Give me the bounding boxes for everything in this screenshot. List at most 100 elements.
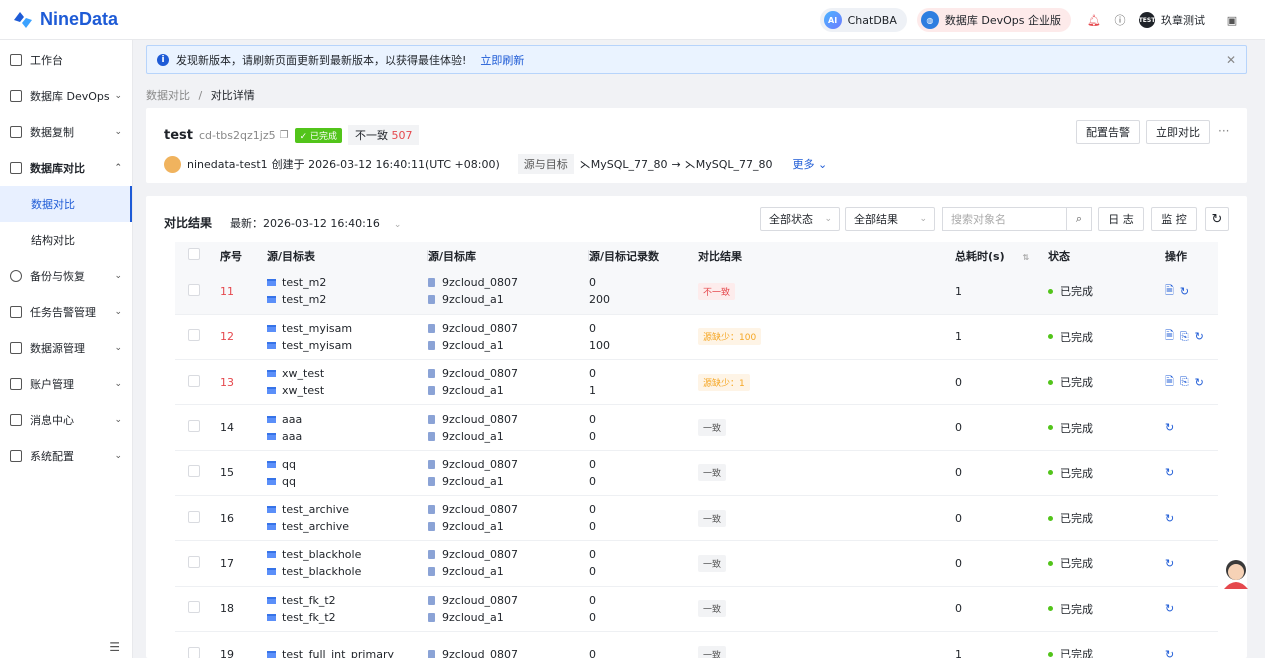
- user-name[interactable]: 玖章测试: [1161, 12, 1205, 28]
- table-row[interactable]: 12 test_myisam test_myisam 9zcloud_0807 …: [175, 314, 1218, 361]
- help-icon[interactable]: ⓘ: [1113, 13, 1127, 27]
- table-row[interactable]: 13 xw_test xw_test 9zcloud_0807 9zcloud_…: [175, 359, 1218, 406]
- sidebar-item-workbench[interactable]: 工作台: [0, 42, 132, 78]
- row-checkbox[interactable]: [188, 510, 200, 523]
- row-checkbox[interactable]: [188, 465, 200, 478]
- sidebar-item-label: 消息中心: [30, 414, 74, 427]
- target-db: 9zcloud_a1: [442, 293, 504, 307]
- header-checkbox[interactable]: [175, 242, 212, 269]
- row-checkbox[interactable]: [188, 283, 200, 296]
- count-cell: 0 0: [589, 586, 698, 632]
- sidebar-item-compare[interactable]: 数据库对比 ⌃: [0, 150, 132, 186]
- source-table: qq: [282, 457, 296, 471]
- row-checkbox[interactable]: [188, 329, 200, 342]
- row-checkbox-cell: [175, 631, 212, 658]
- logo[interactable]: NineData: [12, 9, 118, 30]
- recompare-icon[interactable]: ↻: [1180, 285, 1189, 298]
- recompare-icon[interactable]: ↻: [1165, 421, 1174, 434]
- refresh-link[interactable]: 立即刷新: [480, 52, 524, 68]
- monitor-button[interactable]: 监 控: [1151, 207, 1197, 231]
- sidebar-item-datasource[interactable]: 数据源管理 ⌄: [0, 330, 132, 366]
- sidebar-item-devops[interactable]: 数据库 DevOps ⌄: [0, 78, 132, 114]
- row-checkbox[interactable]: [188, 601, 200, 614]
- ops-cell: ↻: [1165, 404, 1218, 451]
- chatdba-button[interactable]: AI ChatDBA: [819, 8, 907, 32]
- result-filter[interactable]: 全部结果 ⌄: [845, 207, 935, 231]
- row-checkbox[interactable]: [188, 420, 200, 433]
- count-cell: 0 0: [589, 450, 698, 496]
- support-avatar-icon[interactable]: [1221, 557, 1251, 589]
- sql-icon[interactable]: ⎘: [1180, 330, 1189, 344]
- table-icon: [267, 432, 276, 440]
- recompare-icon[interactable]: ↻: [1165, 466, 1174, 479]
- report-icon[interactable]: 🗎︎: [1165, 282, 1174, 301]
- sidebar: 工作台 数据库 DevOps ⌄ 数据复制 ⌄ 数据库对比 ⌃ 数据对比 结构对比 备…: [0, 40, 133, 658]
- update-notice: i 发现新版本，请刷新页面更新到最新版本，以获得最佳体验! 立即刷新 ✕: [146, 45, 1247, 74]
- status-filter[interactable]: 全部状态 ⌄: [760, 207, 840, 231]
- latest-run[interactable]: 最新：2026-03-12 16:40:16 ⌄: [230, 215, 401, 231]
- sort-icon[interactable]: ⇅: [1023, 253, 1030, 262]
- db-cell: 9zcloud_0807 9zcloud_a1: [428, 495, 589, 542]
- sidebar-item-alerts[interactable]: 任务告警管理 ⌄: [0, 294, 132, 330]
- breadcrumb-parent[interactable]: 数据对比: [146, 89, 190, 102]
- bell-icon[interactable]: 🔔︎: [1087, 13, 1101, 27]
- sidebar-item-system[interactable]: 系统配置 ⌄: [0, 438, 132, 474]
- report-icon[interactable]: 🗎︎: [1165, 373, 1174, 392]
- configure-alert-button[interactable]: 配置告警: [1076, 120, 1140, 144]
- recompare-icon[interactable]: ↻: [1195, 330, 1204, 343]
- recompare-icon[interactable]: ↻: [1165, 648, 1174, 658]
- table-cell: aaa aaa: [267, 404, 428, 451]
- refresh-icon[interactable]: ↻: [1205, 207, 1229, 231]
- source-table: xw_test: [282, 367, 325, 381]
- select-all-checkbox[interactable]: [188, 248, 200, 260]
- language-icon[interactable]: ▣: [1225, 13, 1239, 27]
- result-filter-label: 全部结果: [854, 213, 898, 226]
- recompare-icon[interactable]: ↻: [1165, 557, 1174, 570]
- search-icon[interactable]: ⌕: [1066, 207, 1092, 231]
- edition-badge[interactable]: ◍ 数据库 DevOps 企业版: [916, 8, 1071, 32]
- info-icon: i: [157, 53, 169, 66]
- compare-now-button[interactable]: 立即对比: [1146, 120, 1210, 144]
- table-row[interactable]: 16 test_archive test_archive 9zcloud_080…: [175, 495, 1218, 542]
- count-cell: 0 0: [589, 495, 698, 542]
- mysql-icon: ⋋: [579, 157, 591, 171]
- sidebar-item-backup[interactable]: 备份与恢复 ⌄: [0, 258, 132, 294]
- table-row[interactable]: 18 test_fk_t2 test_fk_t2 9zcloud_0807 9z…: [175, 586, 1218, 632]
- row-checkbox[interactable]: [188, 374, 200, 387]
- copy-icon[interactable]: ❐: [280, 130, 289, 141]
- table-icon: [267, 460, 276, 468]
- sidebar-sub-data-compare[interactable]: 数据对比: [0, 186, 132, 222]
- table-row[interactable]: 14 aaa aaa 9zcloud_0807 9zcloud_a1 0 0 一…: [175, 404, 1218, 451]
- target-count: 0: [589, 565, 596, 579]
- sql-icon[interactable]: ⎘: [1180, 375, 1189, 389]
- logo-icon: [14, 11, 32, 28]
- target-count: 0: [589, 429, 596, 443]
- log-button[interactable]: 日 志: [1098, 207, 1144, 231]
- recompare-icon[interactable]: ↻: [1165, 512, 1174, 525]
- sidebar-item-replication[interactable]: 数据复制 ⌄: [0, 114, 132, 150]
- table-row[interactable]: 19 test_full_int_primary 9zcloud_0807 0 …: [175, 631, 1218, 658]
- row-checkbox[interactable]: [188, 646, 200, 658]
- sidebar-sub-structure-compare[interactable]: 结构对比: [0, 222, 132, 258]
- table-row[interactable]: 17 test_blackhole test_blackhole 9zcloud…: [175, 540, 1218, 587]
- user-avatar[interactable]: TEST: [1139, 12, 1155, 28]
- more-actions-icon[interactable]: ···: [1218, 124, 1229, 138]
- report-icon[interactable]: 🗎︎: [1165, 327, 1174, 346]
- sidebar-item-messages[interactable]: 消息中心 ⌄: [0, 402, 132, 438]
- status-dot: [1048, 425, 1053, 431]
- recompare-icon[interactable]: ↻: [1195, 376, 1204, 389]
- header-time[interactable]: 总耗时(s) ⇅: [955, 242, 1048, 269]
- row-checkbox[interactable]: [188, 555, 200, 568]
- sidebar-item-accounts[interactable]: 账户管理 ⌄: [0, 366, 132, 402]
- collapse-menu-icon[interactable]: ☰: [109, 640, 120, 654]
- more-button[interactable]: 更多 ⌄: [793, 156, 828, 172]
- search-placeholder: 搜索对象名: [951, 213, 1006, 226]
- table-row[interactable]: 11 test_m2 test_m2 9zcloud_0807 9zcloud_…: [175, 269, 1218, 315]
- table-row[interactable]: 15 qq qq 9zcloud_0807 9zcloud_a1 0 0 一致 …: [175, 450, 1218, 496]
- search-input[interactable]: 搜索对象名 ⌕: [942, 207, 1092, 231]
- header-label: 源/目标记录数: [589, 249, 660, 263]
- database-icon: [428, 522, 435, 532]
- recompare-icon[interactable]: ↻: [1165, 602, 1174, 615]
- close-icon[interactable]: ✕: [1226, 53, 1236, 67]
- ops-cell: 🗎︎ ⎘ ↻: [1165, 359, 1218, 406]
